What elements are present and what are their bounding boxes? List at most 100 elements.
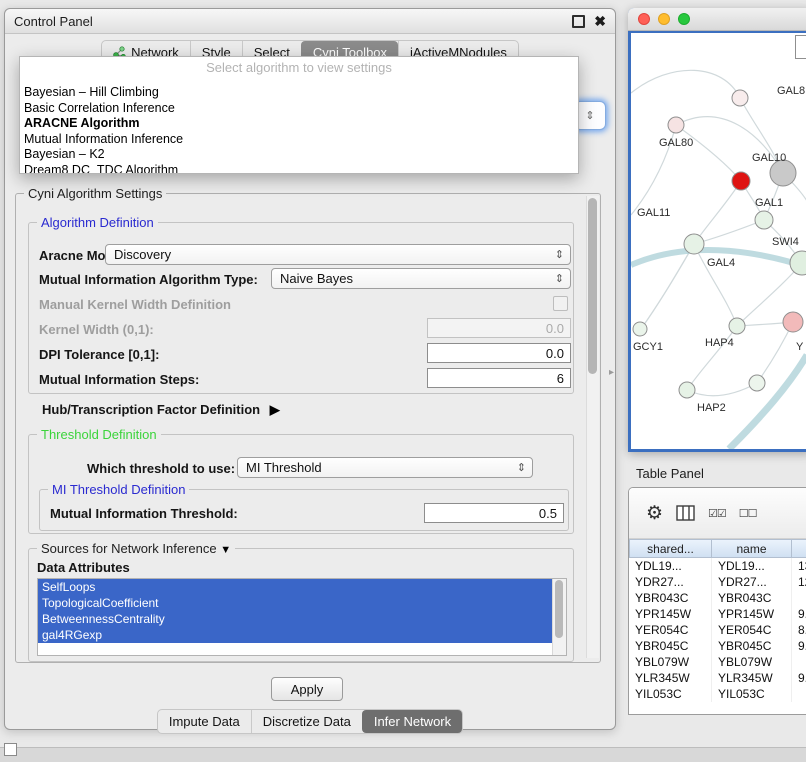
dpi-tolerance-input[interactable]: 0.0 (427, 343, 571, 363)
table-cell: YER054C (712, 622, 792, 638)
birdseye-widget[interactable] (795, 35, 806, 59)
table-cell: YDR27... (629, 574, 712, 590)
network-node[interactable] (755, 211, 773, 229)
deselect-all-icon[interactable]: ☐☐ (739, 507, 757, 520)
kernel-width-input[interactable]: 0.0 (427, 318, 571, 338)
attribute-list-item[interactable]: SelfLoops (38, 579, 557, 595)
table-cell: YBR043C (712, 590, 792, 606)
settings-scrollbar[interactable] (586, 196, 599, 658)
attributes-scrollbar[interactable] (552, 579, 566, 655)
network-node-label: GAL1 (755, 197, 783, 209)
attributes-scrollbar-thumb[interactable] (555, 580, 563, 638)
splitter-handle-icon[interactable]: ▸ (609, 367, 614, 378)
algorithm-option[interactable]: ARACNE Algorithm (20, 116, 578, 132)
network-node-label: GAL4 (707, 257, 735, 269)
table-panel-window: ⚙ ☑☑ ☐☐ shared... name YDL19...YDL19...1… (628, 487, 806, 715)
table-cell: YER054C (629, 622, 712, 638)
sources-group: Sources for Network Inference ▼ Data Att… (28, 548, 574, 662)
network-canvas[interactable]: GAL8GAL80GAL10GAL1GAL11SWI4GAL4HAP4GCY1Y… (631, 33, 806, 449)
table-cell: 12 (792, 574, 806, 590)
network-node[interactable] (729, 318, 745, 334)
algorithm-option[interactable]: Dream8 DC_TDC Algorithm (20, 163, 578, 175)
network-node[interactable] (732, 172, 750, 190)
close-window-icon[interactable]: ✖ (594, 14, 606, 28)
hub-definition-toggle[interactable]: Hub/Transcription Factor Definition ▶ (42, 402, 280, 418)
columns-icon[interactable] (676, 505, 695, 521)
table-row[interactable]: YDR27...YDR27...12 (629, 574, 806, 590)
gear-icon[interactable]: ⚙ (646, 504, 663, 523)
apply-button[interactable]: Apply (271, 677, 343, 701)
manual-kernel-checkbox[interactable] (553, 296, 568, 311)
algorithm-option[interactable]: Bayesian – Hill Climbing (20, 85, 578, 101)
network-node[interactable] (790, 251, 806, 275)
tab-discretize-data[interactable]: Discretize Data (251, 710, 362, 733)
attribute-list-item[interactable]: gal4RGexp (38, 627, 557, 643)
network-node[interactable] (783, 312, 803, 332)
threshold-definition-title: Threshold Definition (37, 427, 161, 442)
dpi-tolerance-label: DPI Tolerance [0,1]: (39, 347, 159, 362)
kernel-width-label: Kernel Width (0,1): (39, 322, 154, 337)
network-node[interactable] (679, 382, 695, 398)
settings-scrollbar-thumb[interactable] (588, 198, 597, 374)
close-traffic-light-icon[interactable] (638, 13, 650, 25)
tab-infer-network[interactable]: Infer Network (362, 710, 462, 733)
network-node[interactable] (749, 375, 765, 391)
tab-label: Discretize Data (263, 714, 351, 729)
minimize-traffic-light-icon[interactable] (658, 13, 670, 25)
table-row[interactable]: YBL079WYBL079W (629, 654, 806, 670)
column-header-shared-name[interactable]: shared... (629, 539, 712, 558)
zoom-traffic-light-icon[interactable] (678, 13, 690, 25)
table-cell: YIL053C (712, 686, 792, 702)
cyni-settings-title: Cyni Algorithm Settings (24, 186, 166, 201)
sources-toggle[interactable]: Sources for Network Inference ▼ (37, 541, 235, 556)
data-attributes-list[interactable]: SelfLoopsTopologicalCoefficientBetweenne… (37, 578, 567, 656)
network-node-label: HAP4 (705, 337, 734, 349)
threshold-definition-group: Threshold Definition Which threshold to … (28, 434, 574, 534)
algorithm-option[interactable]: Basic Correlation Inference (20, 101, 578, 117)
table-cell: YBR045C (712, 638, 792, 654)
table-cell: 8. (792, 622, 806, 638)
dock-item-icon[interactable] (4, 743, 17, 756)
table-row[interactable]: YPR145WYPR145W9. (629, 606, 806, 622)
table-panel-title: Table Panel (636, 466, 704, 481)
table-header: shared... name (629, 539, 806, 558)
table-cell (792, 590, 806, 606)
network-node[interactable] (684, 234, 704, 254)
table-cell: 9. (792, 670, 806, 686)
mi-steps-input[interactable]: 6 (427, 368, 571, 388)
network-node[interactable] (633, 322, 647, 336)
mi-algorithm-type-value: Naive Bayes (280, 271, 353, 286)
table-cell: YBR045C (629, 638, 712, 654)
data-attributes-items: SelfLoopsTopologicalCoefficientBetweenne… (38, 579, 566, 643)
table-body: YDL19...YDL19...13YDR27...YDR27...12YBR0… (629, 558, 806, 702)
algorithm-option[interactable]: Mutual Information Inference (20, 132, 578, 148)
network-graph: GAL8GAL80GAL10GAL1GAL11SWI4GAL4HAP4GCY1Y… (631, 33, 806, 449)
attribute-list-item[interactable]: TopologicalCoefficient (38, 595, 557, 611)
attribute-list-item[interactable]: BetweennessCentrality (38, 611, 557, 627)
table-row[interactable]: YLR345WYLR345W9. (629, 670, 806, 686)
table-cell: YPR145W (629, 606, 712, 622)
table-row[interactable]: YBR043CYBR043C (629, 590, 806, 606)
table-row[interactable]: YBR045CYBR045C9. (629, 638, 806, 654)
column-header-name[interactable]: name (712, 539, 792, 558)
table-row[interactable]: YIL053CYIL053C (629, 686, 806, 702)
network-node[interactable] (668, 117, 684, 133)
mi-steps-label: Mutual Information Steps: (39, 372, 199, 387)
network-node-label: GCY1 (633, 341, 663, 353)
table-cell: YDR27... (712, 574, 792, 590)
combo-arrows-icon: ⇕ (555, 272, 564, 285)
table-row[interactable]: YDL19...YDL19...13 (629, 558, 806, 574)
which-threshold-value: MI Threshold (246, 460, 322, 475)
restore-window-icon[interactable] (572, 15, 585, 28)
select-all-icon[interactable]: ☑☑ (708, 507, 726, 520)
mi-algorithm-type-select[interactable]: Naive Bayes ⇕ (271, 268, 571, 289)
network-node[interactable] (732, 90, 748, 106)
column-header-partial[interactable] (792, 539, 806, 558)
algorithm-definition-title: Algorithm Definition (37, 215, 158, 230)
which-threshold-select[interactable]: MI Threshold ⇕ (237, 457, 533, 478)
aracne-mode-select[interactable]: Discovery ⇕ (105, 244, 571, 265)
tab-impute-data[interactable]: Impute Data (158, 710, 251, 733)
algorithm-option[interactable]: Bayesian – K2 (20, 147, 578, 163)
mi-threshold-input[interactable]: 0.5 (424, 503, 564, 523)
table-row[interactable]: YER054CYER054C8. (629, 622, 806, 638)
